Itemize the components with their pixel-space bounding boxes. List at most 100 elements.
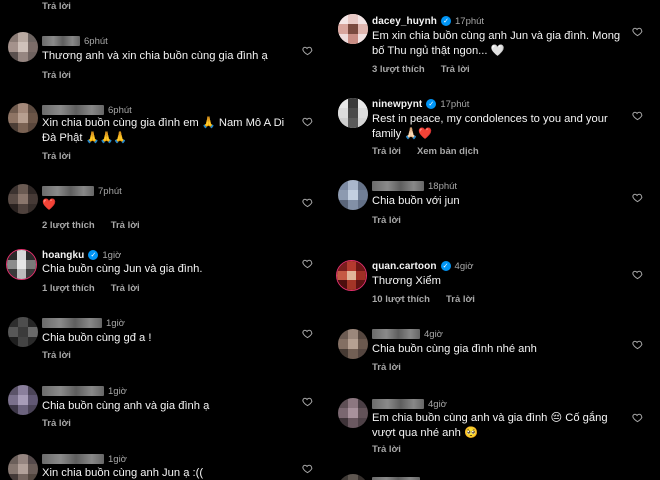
reply-button[interactable]: Trả lời (372, 362, 401, 373)
avatar[interactable] (338, 398, 368, 428)
likes-count[interactable]: 10 lượt thích (372, 294, 430, 305)
avatar[interactable] (338, 14, 368, 44)
reply-button[interactable]: Trả lời (42, 418, 71, 429)
comment-time: 6phút (108, 104, 132, 116)
avatar[interactable] (8, 32, 38, 62)
heart-outline-icon[interactable] (632, 110, 644, 122)
comment-actions: 10 lượt thích Trả lời (372, 294, 475, 305)
comment-actions: Trả lời (372, 444, 401, 455)
username[interactable]: dacey_huynh (372, 16, 437, 27)
reply-button[interactable]: Trả lời (111, 220, 140, 231)
comment-actions: 3 lượt thích Trả lời (372, 64, 470, 75)
comment-actions: Trả lời Xem bản dịch (372, 146, 479, 157)
username[interactable]: hoangku (42, 250, 84, 261)
username-blurred[interactable] (42, 36, 80, 46)
verified-badge-icon: ✓ (441, 16, 452, 26)
avatar[interactable] (8, 184, 38, 214)
reply-button[interactable]: Trả lời (446, 294, 475, 305)
comment-time: 17phút (455, 15, 485, 27)
reply-button[interactable]: Trả lời (372, 146, 401, 157)
likes-count[interactable]: 1 lượt thích (42, 283, 95, 294)
comments-column-left: Trả lời 6phút Thương anh và xin chia buồ… (0, 0, 330, 480)
likes-count[interactable]: 2 lượt thích (42, 220, 95, 231)
avatar[interactable] (8, 317, 38, 347)
heart-outline-icon[interactable] (302, 463, 314, 475)
comment-actions: Trả lời (42, 70, 71, 81)
heart-outline-icon[interactable] (302, 197, 314, 209)
reply-button[interactable]: Trả lời (42, 350, 71, 361)
comment-time: 1giờ (106, 317, 125, 329)
reply-button[interactable]: Trả lời (372, 444, 401, 455)
username-blurred[interactable] (372, 399, 424, 409)
heart-outline-icon[interactable] (632, 339, 644, 351)
comment-text: Chia buồn cùng gia đình nhé anh (372, 343, 537, 355)
comment-time: 1giờ (102, 249, 122, 261)
username-blurred[interactable] (42, 186, 94, 196)
verified-badge-icon: ✓ (440, 261, 451, 271)
comment-text: Chia buồn cùng gđ a ! (42, 332, 152, 344)
reply-button[interactable]: Trả lời (441, 64, 470, 75)
heart-outline-icon[interactable] (302, 258, 314, 270)
comment-actions: Trả lời (372, 215, 401, 226)
heart-outline-icon[interactable] (632, 412, 644, 424)
heart-outline-icon[interactable] (302, 116, 314, 128)
comment-actions: Trả lời (42, 1, 71, 12)
heart-outline-icon[interactable] (302, 45, 314, 57)
comment-text: Chia buồn cùng anh và gia đình ạ (42, 400, 210, 412)
username-blurred[interactable] (372, 329, 420, 339)
comment-text: Chia buồn cùng Jun và gia đình. (42, 263, 203, 275)
avatar[interactable] (8, 103, 38, 133)
avatar[interactable] (338, 98, 368, 128)
comment-time: 4giờ (424, 328, 443, 340)
comment-actions: 2 lượt thích Trả lời (42, 220, 140, 231)
comment-text: Rest in peace, my condolences to you and… (372, 113, 608, 140)
comment-time: 4giờ (428, 398, 447, 410)
avatar[interactable] (338, 180, 368, 210)
avatar[interactable] (338, 329, 368, 359)
reply-button[interactable]: Trả lời (42, 151, 71, 162)
username-blurred[interactable] (42, 386, 104, 396)
comment-text: Xin chia buồn cùng gia đình em 🙏 Nam Mô … (42, 117, 285, 144)
comment-time: 1giờ (108, 385, 127, 397)
comment-text: Thương anh và xin chia buồn cùng gia đìn… (42, 50, 268, 62)
comment-actions: Trả lời (42, 350, 71, 361)
username-blurred[interactable] (42, 454, 104, 464)
heart-outline-icon[interactable] (632, 26, 644, 38)
comment-actions: Trả lời (42, 418, 71, 429)
username-blurred[interactable] (42, 105, 104, 115)
comments-column-right: dacey_huynh ✓ 17phút Em xin chia buồn cù… (330, 0, 660, 480)
avatar[interactable] (8, 385, 38, 415)
avatar[interactable] (338, 474, 368, 480)
comment-text: Thương Xiểm (372, 275, 441, 287)
avatar[interactable] (336, 260, 367, 291)
comment-actions: Trả lời (42, 151, 71, 162)
comment-text: Em chia buồn cùng anh và gia đình 😔 Cố g… (372, 412, 608, 439)
likes-count[interactable]: 3 lượt thích (372, 64, 425, 75)
avatar[interactable] (6, 249, 37, 280)
reply-button[interactable]: Trả lời (111, 283, 140, 294)
comment-actions: 1 lượt thích Trả lời (42, 283, 140, 294)
verified-badge-icon: ✓ (88, 250, 99, 260)
verified-badge-icon: ✓ (426, 99, 437, 109)
reply-button[interactable]: Trả lời (42, 70, 71, 81)
username-blurred[interactable] (372, 181, 424, 191)
reply-button[interactable]: Trả lời (372, 215, 401, 226)
heart-outline-icon[interactable] (302, 328, 314, 340)
heart-outline-icon[interactable] (632, 269, 644, 281)
comment-time: 18phút (428, 180, 458, 192)
username[interactable]: ninewpynt (372, 99, 422, 110)
username[interactable]: quan.cartoon (372, 261, 437, 272)
heart-outline-icon[interactable] (302, 396, 314, 408)
username-blurred[interactable] (42, 318, 102, 328)
comment-time: 7phút (98, 185, 122, 197)
see-translation-button[interactable]: Xem bản dịch (417, 146, 479, 157)
reply-button[interactable]: Trả lời (42, 1, 71, 12)
comment-time: 4giờ (454, 260, 474, 272)
comment-text: ❤️ (42, 199, 56, 211)
heart-outline-icon[interactable] (632, 192, 644, 204)
comment-time: 17phút (440, 98, 470, 110)
comment-text: Xin chia buồn cùng anh Jun ạ :(( (42, 467, 204, 479)
comment-time: 6phút (84, 35, 108, 47)
comment-time: 1giờ (108, 453, 127, 465)
avatar[interactable] (8, 454, 38, 480)
